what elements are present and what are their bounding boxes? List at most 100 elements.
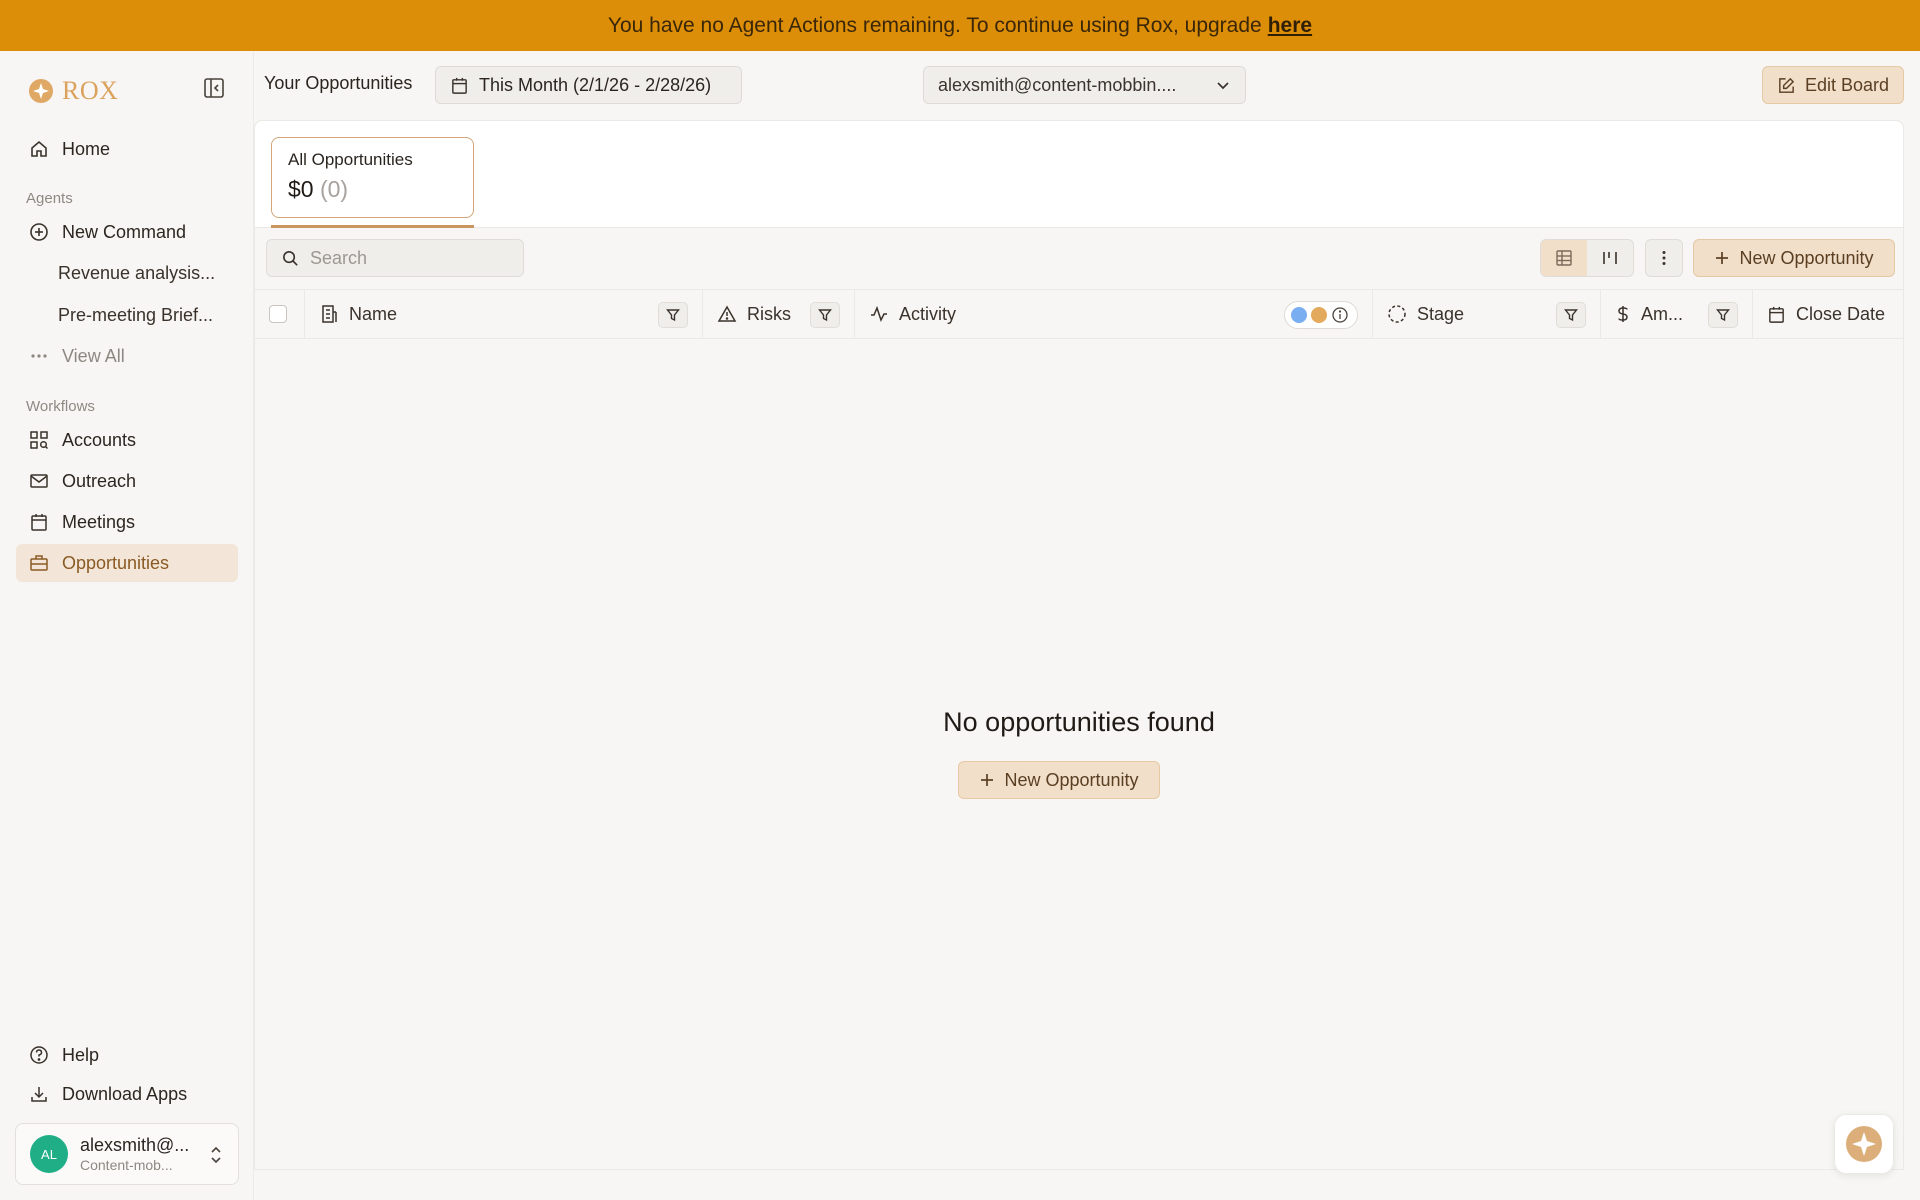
- calendar-icon: [31, 514, 47, 531]
- rox-logo[interactable]: ROX: [28, 76, 118, 106]
- upgrade-banner: You have no Agent Actions remaining. To …: [0, 0, 1920, 51]
- plus-icon: [1716, 252, 1729, 264]
- owner-select[interactable]: alexsmith@content-mobbin....: [923, 66, 1246, 104]
- board-view-button[interactable]: [1587, 240, 1633, 276]
- date-range-label: This Month (2/1/26 - 2/28/26): [479, 74, 712, 95]
- sidebar-item-label: Download Apps: [62, 1083, 188, 1104]
- column-name-label: Name: [349, 303, 398, 324]
- page-title: Your Opportunities: [264, 73, 413, 93]
- sidebar-item-meetings[interactable]: Meetings: [16, 503, 238, 541]
- sidebar-item-label: Revenue analysis...: [58, 262, 216, 283]
- sidebar-item-view-all[interactable]: View All: [16, 337, 238, 375]
- stage-filter-button[interactable]: [1556, 302, 1586, 328]
- sidebar-item-label: Meetings: [62, 511, 136, 532]
- filter-icon: [1716, 309, 1730, 322]
- building-icon: [322, 305, 337, 323]
- table-view-button[interactable]: [1541, 240, 1587, 276]
- sidebar-item-label: Help: [62, 1044, 100, 1065]
- chevron-up-down-icon: [211, 1146, 221, 1164]
- dollar-icon: [1618, 306, 1628, 322]
- column-stage[interactable]: Stage: [1373, 290, 1601, 338]
- sidebar-item-label: Accounts: [62, 429, 137, 450]
- sidebar-item-label: New Command: [62, 221, 187, 242]
- empty-state-new-opportunity-button[interactable]: New Opportunity: [958, 761, 1160, 799]
- search-icon: [283, 250, 298, 266]
- upgrade-link[interactable]: here: [1268, 14, 1312, 38]
- filter-icon: [818, 309, 832, 322]
- kanban-icon: [1603, 252, 1617, 264]
- new-opportunity-button[interactable]: New Opportunity: [1693, 239, 1895, 277]
- sidebar-item-pre-meeting-brief[interactable]: Pre-meeting Brief...: [16, 296, 238, 334]
- sidebar-item-accounts[interactable]: Accounts: [16, 421, 238, 459]
- sidebar-item-revenue-analysis[interactable]: Revenue analysis...: [16, 254, 238, 292]
- column-amount[interactable]: Am...: [1601, 290, 1753, 338]
- search-input[interactable]: [310, 247, 510, 269]
- column-name[interactable]: Name: [305, 290, 703, 338]
- active-card-indicator: [271, 225, 474, 228]
- activity-legend-dot-orange: [1311, 307, 1327, 323]
- info-icon: [1332, 307, 1348, 323]
- sparkle-icon: [1846, 1126, 1882, 1162]
- briefcase-icon: [30, 555, 48, 571]
- search-box[interactable]: [266, 239, 524, 277]
- name-filter-button[interactable]: [658, 302, 688, 328]
- empty-state-button-label: New Opportunity: [1004, 769, 1139, 790]
- activity-icon: [871, 305, 887, 322]
- column-activity-label: Activity: [899, 303, 957, 324]
- plus-icon: [981, 774, 994, 786]
- empty-state-title: No opportunities found: [943, 707, 1215, 737]
- sidebar-item-label: View All: [62, 345, 125, 366]
- summary-label: All Opportunities: [288, 150, 413, 169]
- column-close-date-label: Close Date: [1796, 303, 1886, 324]
- sidebar-item-opportunities[interactable]: Opportunities: [16, 544, 238, 582]
- column-close-date[interactable]: Close Date: [1753, 290, 1903, 338]
- edit-board-label: Edit Board: [1804, 74, 1890, 95]
- risks-filter-button[interactable]: [810, 302, 840, 328]
- sidebar-item-home[interactable]: Home: [16, 130, 238, 168]
- select-all-cell: [255, 290, 305, 338]
- sidebar-item-download-apps[interactable]: Download Apps: [16, 1075, 238, 1113]
- edit-board-button[interactable]: Edit Board: [1762, 66, 1904, 104]
- calendar-icon: [1769, 306, 1784, 323]
- activity-legend-dot-blue: [1291, 307, 1307, 323]
- collapse-sidebar-button[interactable]: [203, 77, 225, 99]
- ellipsis-icon: [31, 354, 47, 358]
- sidebar-item-outreach[interactable]: Outreach: [16, 462, 238, 500]
- table-icon: [1556, 250, 1572, 266]
- rox-logo-icon: [29, 79, 53, 103]
- sidebar-collapse-icon: [204, 78, 224, 98]
- summary-strip: All Opportunities $0 (0): [255, 121, 1903, 228]
- amount-filter-button[interactable]: [1708, 302, 1738, 328]
- brand-name: ROX: [62, 76, 119, 105]
- assistant-fab[interactable]: [1834, 1114, 1894, 1174]
- column-activity[interactable]: Activity: [855, 290, 1373, 338]
- agents-section-label: Agents: [26, 190, 73, 207]
- column-risks[interactable]: Risks: [703, 290, 855, 338]
- sidebar-item-label: Home: [62, 138, 111, 159]
- sidebar-item-label: Outreach: [62, 470, 137, 491]
- select-all-checkbox[interactable]: [269, 305, 287, 323]
- owner-select-value: alexsmith@content-mobbin....: [938, 74, 1177, 95]
- table-header: Name Risks Activity Stage Am... Close Da…: [255, 289, 1903, 339]
- column-amount-label: Am...: [1641, 303, 1684, 324]
- sidebar-item-label: Opportunities: [62, 552, 170, 573]
- opportunities-panel: All Opportunities $0 (0) New Opportunity: [254, 120, 1904, 1170]
- download-icon: [31, 1087, 47, 1102]
- sidebar-item-help[interactable]: Help: [16, 1036, 238, 1074]
- plus-circle-icon: [30, 223, 48, 241]
- column-risks-label: Risks: [747, 303, 791, 324]
- sidebar-item-new-command[interactable]: New Command: [16, 213, 238, 251]
- user-account-switcher[interactable]: AL alexsmith@... Content-mob...: [15, 1123, 239, 1185]
- filter-icon: [666, 309, 680, 322]
- grid-search-icon: [30, 431, 49, 450]
- activity-legend[interactable]: [1284, 301, 1358, 329]
- date-range-button[interactable]: This Month (2/1/26 - 2/28/26): [435, 66, 742, 104]
- more-options-button[interactable]: [1645, 239, 1683, 277]
- chevron-down-icon: [1217, 82, 1229, 90]
- all-opportunities-card[interactable]: All Opportunities $0 (0): [271, 137, 474, 218]
- sidebar: ROX Home Agents New Command Revenue anal…: [0, 51, 254, 1200]
- help-icon: [30, 1046, 48, 1064]
- banner-message: You have no Agent Actions remaining. To …: [607, 13, 1262, 37]
- summary-count: (0): [319, 176, 349, 202]
- home-icon: [31, 140, 47, 157]
